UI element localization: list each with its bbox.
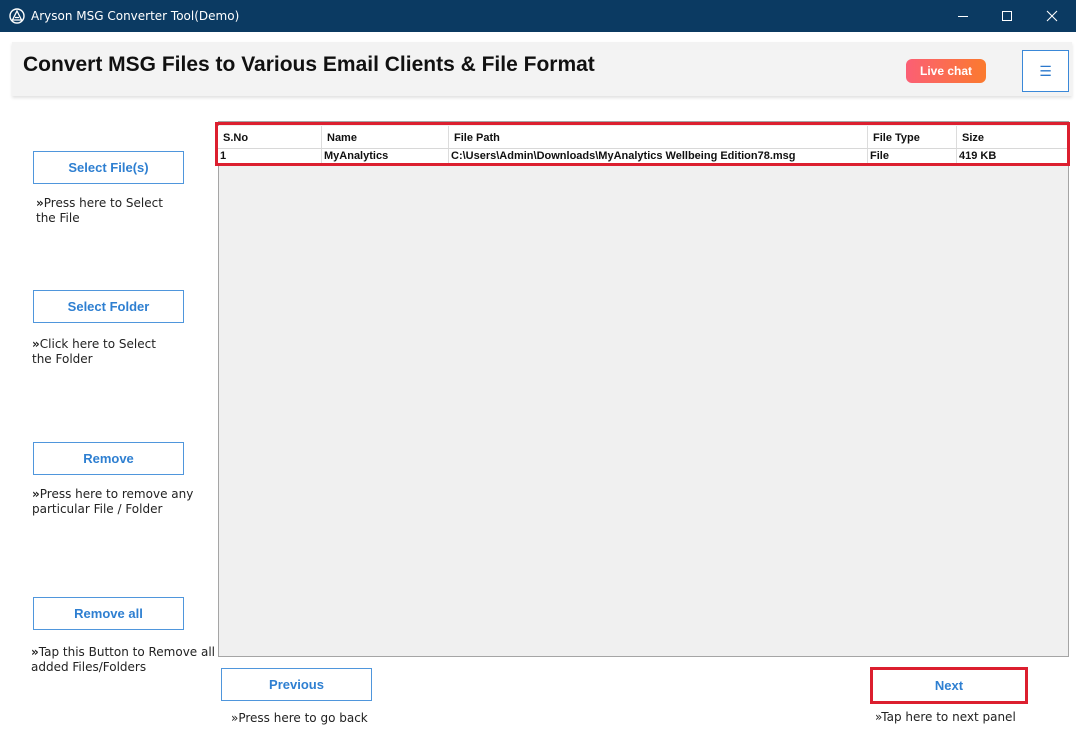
header-banner: Convert MSG Files to Various Email Clien… (12, 42, 1072, 96)
next-button[interactable]: Next (870, 667, 1028, 704)
select-folder-button[interactable]: Select Folder (33, 290, 184, 323)
hamburger-menu-icon: ☰ (1039, 62, 1052, 79)
page-headline: Convert MSG Files to Various Email Clien… (23, 53, 595, 76)
next-hint: »Tap here to next panel (875, 710, 1016, 724)
menu-button[interactable]: ☰ (1022, 50, 1069, 92)
column-header-name[interactable]: Name (322, 126, 449, 148)
close-button[interactable] (1029, 0, 1075, 32)
live-chat-button[interactable]: Live chat (906, 59, 986, 83)
column-header-file-path[interactable]: File Path (449, 126, 868, 148)
file-table: S.No Name File Path File Type Size 1 MyA… (218, 126, 1069, 164)
remove-all-hint: »Tap this Button to Remove all added Fil… (31, 645, 216, 674)
select-files-button[interactable]: Select File(s) (33, 151, 184, 184)
remove-button[interactable]: Remove (33, 442, 184, 475)
select-files-hint: »Press here to Select the File (36, 196, 163, 225)
select-folder-hint: »Click here to Select the Folder (32, 337, 156, 366)
remove-hint: »Press here to remove any particular Fil… (32, 487, 194, 516)
title-bar: Aryson MSG Converter Tool(Demo) (0, 0, 1076, 32)
column-header-file-type[interactable]: File Type (868, 126, 957, 148)
previous-button[interactable]: Previous (221, 668, 372, 701)
column-header-size[interactable]: Size (957, 126, 1069, 148)
file-list-panel (218, 121, 1069, 657)
cell-file-type: File (868, 149, 957, 164)
cell-file-path: C:\Users\Admin\Downloads\MyAnalytics Wel… (449, 149, 868, 164)
maximize-icon (1002, 11, 1012, 21)
remove-all-button[interactable]: Remove all (33, 597, 184, 630)
table-row[interactable]: 1 MyAnalytics C:\Users\Admin\Downloads\M… (218, 149, 1069, 164)
minimize-icon (958, 16, 968, 17)
cell-sno: 1 (218, 149, 322, 164)
minimize-button[interactable] (940, 0, 986, 32)
window-title: Aryson MSG Converter Tool(Demo) (31, 9, 240, 23)
close-icon (1046, 10, 1058, 22)
maximize-button[interactable] (984, 0, 1030, 32)
app-logo-icon (9, 8, 25, 24)
cell-size: 419 KB (959, 150, 997, 162)
previous-hint: »Press here to go back (231, 711, 368, 725)
cell-name: MyAnalytics (322, 149, 449, 164)
table-header: S.No Name File Path File Type Size (218, 126, 1069, 149)
column-header-sno[interactable]: S.No (218, 126, 322, 148)
